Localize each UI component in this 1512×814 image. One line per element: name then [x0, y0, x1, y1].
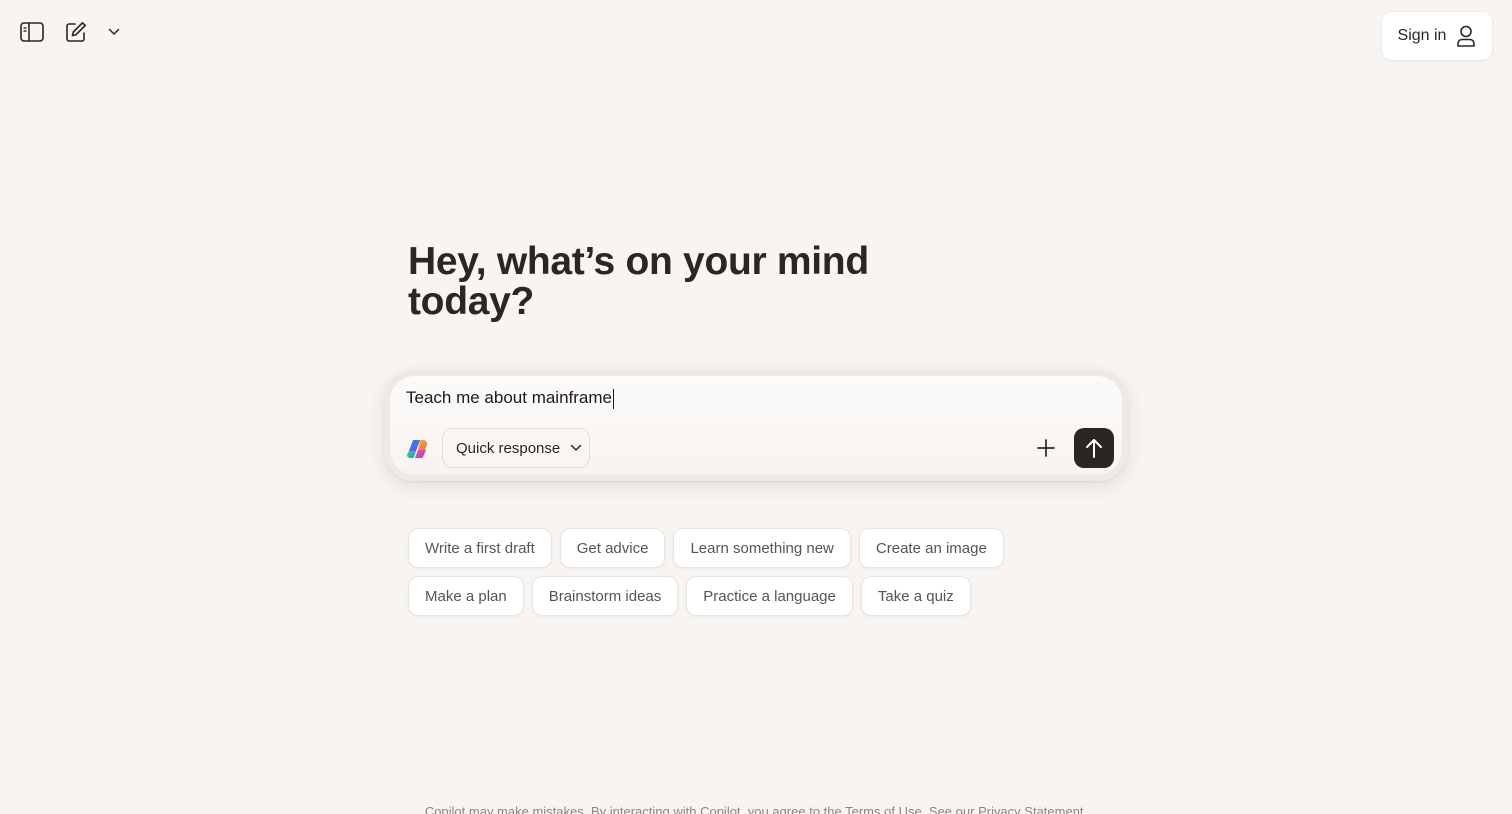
sign-in-label: Sign in [1397, 27, 1447, 44]
disclaimer-middle: . See our [921, 804, 979, 814]
person-icon [1457, 25, 1476, 47]
disclaimer-prefix: Copilot may make mistakes. By interactin… [424, 804, 846, 814]
message-input[interactable]: Teach me about mainframe [406, 388, 1006, 412]
sidebar-toggle-button[interactable] [16, 14, 48, 50]
chevron-down-icon [570, 444, 582, 451]
new-chat-options-button[interactable] [104, 14, 124, 50]
suggestion-row: Make a plan Brainstorm ideas Practice a … [408, 576, 1048, 616]
suggestion-chip[interactable]: Write a first draft [408, 528, 552, 568]
response-mode-label: Quick response [456, 439, 561, 457]
message-input-text: Teach me about mainframe [406, 388, 612, 407]
suggestion-chip[interactable]: Get advice [559, 528, 666, 568]
suggestion-chips: Write a first draft Get advice Learn som… [408, 528, 1048, 624]
copilot-logo-icon [407, 440, 427, 459]
suggestion-chip[interactable]: Make a plan [408, 576, 524, 616]
top-toolbar [16, 14, 124, 50]
sign-in-button[interactable]: Sign in [1382, 12, 1492, 60]
privacy-statement-link[interactable]: Privacy Statement [978, 804, 1084, 814]
arrow-up-icon [1086, 439, 1102, 458]
suggestion-chip[interactable]: Practice a language [686, 576, 853, 616]
terms-of-use-link[interactable]: Terms of Use [845, 804, 922, 814]
suggestion-chip[interactable]: Create an image [858, 528, 1004, 568]
plus-icon [1037, 439, 1055, 457]
compose-icon [66, 22, 86, 42]
suggestion-row: Write a first draft Get advice Learn som… [408, 528, 1048, 568]
text-caret [613, 388, 614, 409]
copilot-home: Sign in Hey, what’s on your mind today? … [0, 0, 1512, 814]
page-title: Hey, what’s on your mind today? [408, 240, 869, 323]
suggestion-chip[interactable]: Take a quiz [860, 576, 971, 616]
sidebar-toggle-icon [20, 22, 44, 42]
suggestion-chip[interactable]: Learn something new [673, 528, 851, 568]
new-chat-button[interactable] [60, 14, 92, 50]
suggestion-chip[interactable]: Brainstorm ideas [531, 576, 679, 616]
send-button[interactable] [1074, 428, 1114, 468]
disclaimer-suffix: . [1083, 804, 1088, 814]
add-attachment-button[interactable] [1030, 432, 1062, 464]
response-mode-select[interactable]: Quick response [442, 428, 590, 468]
chevron-down-icon [108, 28, 120, 35]
disclaimer: Copilot may make mistakes. By interactin… [0, 804, 1512, 814]
